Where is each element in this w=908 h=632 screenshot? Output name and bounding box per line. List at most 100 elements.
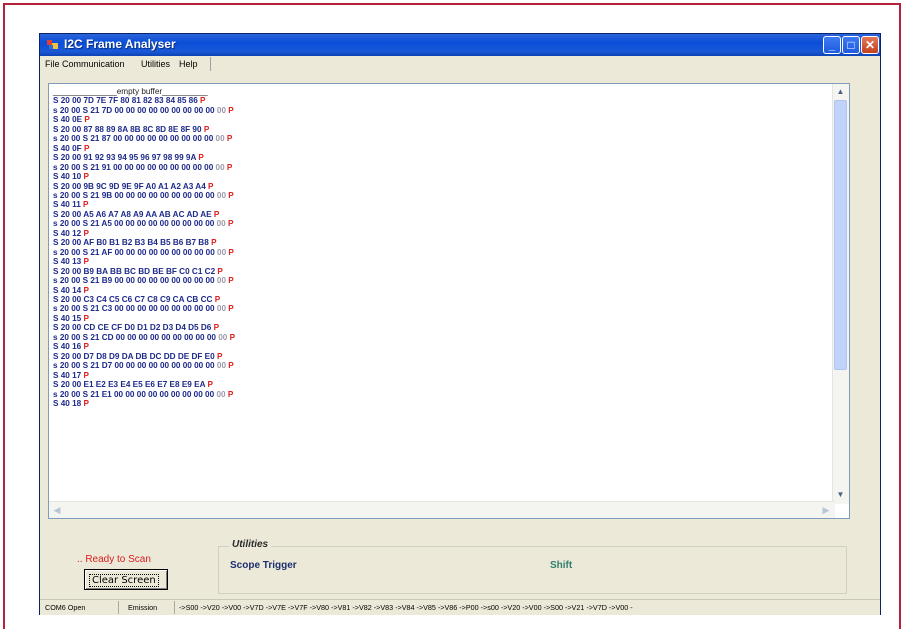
log-line-stop: P [226, 134, 233, 144]
log-line-stop: P [208, 181, 214, 191]
log-line-dim: 00 [216, 219, 228, 229]
log-line-text: S 40 17 [53, 370, 84, 380]
log-line-dim: 00 [216, 105, 229, 115]
log-line: S 20 00 A5 A6 A7 A8 A9 AA AB AC AD AE P [53, 210, 829, 219]
log-line-dim: 00 [216, 361, 229, 371]
log-line-text: s 20 00 S 21 9B 00 00 00 00 00 00 00 00 … [53, 190, 217, 200]
log-line-stop: P [214, 294, 221, 304]
horizontal-scrollbar[interactable]: ◀ ▶ [49, 501, 835, 518]
log-lines: ______________empty buffer__________ S 2… [53, 87, 829, 408]
log-line-dim: 00 [216, 304, 229, 314]
log-line-stop: P [213, 209, 220, 219]
menu-file[interactable]: File [45, 59, 60, 69]
log-line: S 20 00 B9 BA BB BC BD BE BF C0 C1 C2 P [53, 267, 829, 276]
log-line-text: S 40 0E [53, 115, 85, 125]
log-line-text: S 20 00 87 88 89 8A 8B 8C 8D 8E 8F 90 [53, 124, 204, 134]
scroll-up-icon[interactable]: ▲ [834, 85, 847, 99]
close-button[interactable]: ✕ [861, 36, 879, 54]
log-line: s 20 00 S 21 A5 00 00 00 00 00 00 00 00 … [53, 219, 829, 228]
minimize-icon: _ [828, 38, 836, 52]
log-line: s 20 00 S 21 87 00 00 00 00 00 00 00 00 … [53, 134, 829, 143]
log-line-stop: P [226, 162, 233, 172]
log-line: S 40 0E P [53, 115, 829, 124]
log-line: S 40 10 P [53, 172, 829, 181]
minimize-button[interactable]: _ [823, 36, 841, 54]
app-icon [47, 40, 58, 49]
status-divider [174, 601, 175, 614]
frame-log-textarea[interactable]: ______________empty buffer__________ S 2… [48, 83, 850, 519]
clear-screen-label: Clear Screen [89, 574, 159, 587]
status-port: COM6 Open [45, 603, 86, 612]
log-line-dim: 00 [216, 389, 228, 399]
log-line: S 20 00 9B 9C 9D 9E 9F A0 A1 A2 A3 A4 P [53, 182, 829, 191]
maximize-button[interactable]: □ [842, 36, 860, 54]
log-line: s 20 00 S 21 91 00 00 00 00 00 00 00 00 … [53, 163, 829, 172]
log-line-stop: P [83, 200, 89, 210]
log-line-stop: P [228, 190, 234, 200]
log-line: S 20 00 D7 D8 D9 DA DB DC DD DE DF E0 P [53, 352, 829, 361]
log-line-stop: P [228, 105, 234, 115]
shift-button[interactable]: Shift [550, 560, 572, 571]
log-line-text: S 20 00 91 92 93 94 95 96 97 98 99 9A [53, 153, 199, 163]
log-line-text: S 20 00 D7 D8 D9 DA DB DC DD DE DF E0 [53, 351, 217, 361]
ready-status: .. Ready to Scan [77, 554, 151, 565]
close-icon: ✕ [864, 38, 876, 52]
log-line-stop: P [216, 351, 223, 361]
log-line: S 40 0F P [53, 144, 829, 153]
scroll-thumb[interactable] [834, 100, 847, 370]
menu-utilities[interactable]: Utilities [141, 59, 170, 69]
log-line-stop: P [228, 276, 234, 286]
log-line: S 20 00 E1 E2 E3 E4 E5 E6 E7 E8 E9 EA P [53, 380, 829, 389]
app-window: I2C Frame Analyser _ □ ✕ File Communicat… [39, 33, 881, 615]
menu-help[interactable]: Help [179, 59, 198, 69]
scroll-down-icon[interactable]: ▼ [834, 488, 847, 502]
log-line-text: S 40 15 [53, 313, 84, 323]
log-line-stop: P [213, 323, 220, 333]
status-bar: COM6 Open Emission ->S00 ->V20 ->V00 ->V… [40, 599, 880, 615]
log-line: s 20 00 S 21 CD 00 00 00 00 00 00 00 00 … [53, 333, 829, 342]
log-line-stop: P [227, 389, 234, 399]
log-line-dim: 00 [216, 276, 229, 286]
log-header: ______________empty buffer__________ [53, 87, 208, 96]
vertical-scrollbar[interactable]: ▲ ▼ [832, 84, 849, 504]
log-line-stop: P [217, 266, 223, 276]
log-line-stop: P [203, 124, 210, 134]
scope-trigger-button[interactable]: Scope Trigger [230, 560, 297, 571]
log-line-dim: 00 [218, 332, 230, 342]
log-line-text: S 20 00 E1 E2 E3 E4 E5 E6 E7 E8 E9 EA [53, 380, 208, 390]
log-line-text: S 40 12 [53, 228, 84, 238]
log-line-text: S 40 14 [53, 285, 84, 295]
log-line-text: S 40 0F [53, 143, 84, 153]
log-line: S 40 18 P [53, 399, 829, 408]
log-line-stop: P [228, 304, 234, 314]
log-line: S 40 14 P [53, 286, 829, 295]
log-line: S 40 11 P [53, 200, 829, 209]
log-line: S 20 00 91 92 93 94 95 96 97 98 99 9A P [53, 153, 829, 162]
scroll-left-icon[interactable]: ◀ [50, 503, 64, 517]
log-line-text: s 20 00 S 21 AF 00 00 00 00 00 00 00 00 … [53, 247, 218, 257]
menu-separator [210, 57, 211, 71]
log-line-text: s 20 00 S 21 C3 00 00 00 00 00 00 00 00 … [53, 304, 217, 314]
log-line-stop: P [227, 219, 234, 229]
scroll-right-icon[interactable]: ▶ [819, 503, 833, 517]
log-line-stop: P [83, 370, 89, 380]
status-mode: Emission [128, 603, 158, 612]
log-line-stop: P [83, 313, 89, 323]
clear-screen-button[interactable]: Clear Screen [84, 569, 168, 590]
log-line-stop: P [83, 257, 89, 267]
log-line-text: S 40 10 [53, 172, 84, 182]
log-line-text: s 20 00 S 21 CD 00 00 00 00 00 00 00 00 … [53, 332, 219, 342]
log-line-stop: P [228, 247, 234, 257]
log-line: S 20 00 87 88 89 8A 8B 8C 8D 8E 8F 90 P [53, 125, 829, 134]
log-line-text: S 20 00 B9 BA BB BC BD BE BF C0 C1 C2 [53, 266, 218, 276]
log-line-text: s 20 00 S 21 A5 00 00 00 00 00 00 00 00 … [53, 219, 217, 229]
log-line-stop: P [83, 398, 89, 408]
maximize-icon: □ [847, 38, 855, 52]
log-line: S 20 00 7D 7E 7F 80 81 82 83 84 85 86 P [53, 96, 829, 105]
log-line: s 20 00 S 21 AF 00 00 00 00 00 00 00 00 … [53, 248, 829, 257]
menu-communication[interactable]: Communication [62, 59, 125, 69]
title-bar[interactable]: I2C Frame Analyser _ □ ✕ [40, 34, 880, 56]
log-line-text: s 20 00 S 21 B9 00 00 00 00 00 00 00 00 … [53, 276, 217, 286]
log-line-stop: P [83, 143, 90, 153]
log-line-text: S 20 00 AF B0 B1 B2 B3 B4 B5 B6 B7 B8 [53, 238, 212, 248]
